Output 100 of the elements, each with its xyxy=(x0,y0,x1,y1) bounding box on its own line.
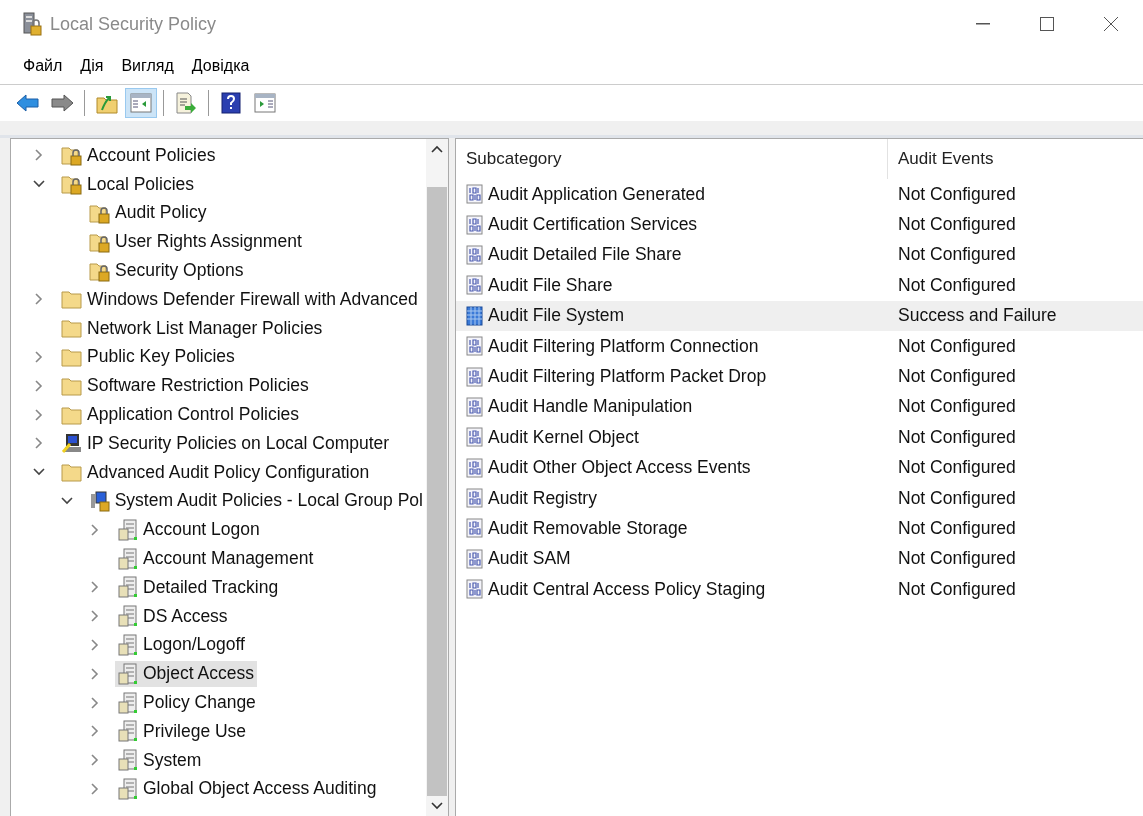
server-lock-icon xyxy=(22,12,42,36)
list-row[interactable]: Audit Filtering Platform Packet Drop Not Configured xyxy=(456,361,1143,392)
list-row[interactable]: Audit Certification Services Not Configured xyxy=(456,209,1143,240)
expand-chevron-icon[interactable] xyxy=(89,523,101,536)
audit-events-text: Not Configured xyxy=(897,578,1016,600)
list-row[interactable]: Audit Application Generated Not Configured xyxy=(456,179,1143,210)
tree-item[interactable]: Network List Manager Policies xyxy=(59,315,326,342)
list-row[interactable]: Audit Registry Not Configured xyxy=(456,482,1143,514)
binary-document-icon xyxy=(466,548,484,569)
tree-item[interactable]: System Audit Policies - Local Group Pol xyxy=(86,487,426,514)
tree-item[interactable]: Security Options xyxy=(87,257,247,284)
tree-item[interactable]: Object Access xyxy=(115,660,257,687)
expand-chevron-icon[interactable] xyxy=(89,581,101,594)
policy-document-icon xyxy=(117,605,139,628)
expand-chevron-icon[interactable] xyxy=(89,696,101,709)
subcategory-text: Audit Other Object Access Events xyxy=(488,457,751,479)
list-row[interactable]: Audit Removable Storage Not Configured xyxy=(456,513,1143,544)
show-tree-button[interactable] xyxy=(125,88,157,118)
column-header[interactable]: Subcategory xyxy=(456,139,888,179)
tree-item[interactable]: Global Object Access Auditing xyxy=(115,775,380,802)
subcategory-text: Audit Removable Storage xyxy=(488,518,688,539)
expand-chevron-icon[interactable] xyxy=(33,293,45,306)
list-row[interactable]: Audit Handle Manipulation Not Configured xyxy=(456,391,1143,423)
tree-item[interactable]: Policy Change xyxy=(115,689,259,716)
expand-chevron-icon[interactable] xyxy=(33,437,45,450)
expand-chevron-icon[interactable] xyxy=(33,149,45,162)
maximize-icon xyxy=(1039,16,1055,32)
tree-item[interactable]: Software Restriction Policies xyxy=(59,372,312,399)
list-row[interactable]: Audit File System Success and Failure xyxy=(456,300,1143,331)
close-icon xyxy=(1103,16,1119,32)
expand-chevron-icon[interactable] xyxy=(33,350,45,363)
expand-chevron-icon[interactable] xyxy=(89,610,101,623)
expand-chevron-icon[interactable] xyxy=(89,725,101,738)
policy-document-icon xyxy=(117,547,139,570)
scroll-down-icon[interactable] xyxy=(431,802,443,810)
menu-item[interactable]: Довідка xyxy=(182,57,259,75)
subcategory-text: Audit Central Access Policy Staging xyxy=(488,578,766,600)
binary-document-icon xyxy=(466,488,484,509)
binary-document-icon xyxy=(466,244,484,265)
tree-item[interactable]: Privilege Use xyxy=(115,718,250,745)
tree-item[interactable]: Public Key Policies xyxy=(59,343,238,370)
menu-item[interactable]: Вигляд xyxy=(112,57,183,75)
subcategory-text: Audit SAM xyxy=(488,548,571,570)
expand-chevron-icon[interactable] xyxy=(33,408,45,421)
audit-events-text: Not Configured xyxy=(897,366,1016,388)
list-row[interactable]: Audit SAM Not Configured xyxy=(456,543,1143,575)
expand-chevron-icon[interactable] xyxy=(89,638,101,651)
computer-key-icon xyxy=(61,432,83,455)
list-row[interactable]: Audit Kernel Object Not Configured xyxy=(456,422,1143,453)
policy-document-icon xyxy=(117,691,139,714)
list-row[interactable]: Audit Filtering Platform Connection Not Configured xyxy=(456,330,1143,362)
tree-item[interactable]: Account Logon xyxy=(115,516,263,543)
tree-item[interactable]: Advanced Audit Policy Configuration xyxy=(59,459,373,486)
tree-item[interactable]: Audit Policy xyxy=(87,200,210,226)
audit-events-text: Not Configured xyxy=(897,457,1016,479)
binary-document-icon xyxy=(466,184,484,205)
expand-chevron-icon[interactable] xyxy=(89,667,101,680)
audit-events-text: Not Configured xyxy=(897,274,1016,296)
menu-item[interactable]: Файл xyxy=(14,57,72,75)
policy-document-icon xyxy=(117,720,139,743)
tree-item[interactable]: DS Access xyxy=(115,603,231,630)
window-title: Local Security Policy xyxy=(50,13,217,35)
tree-item[interactable]: Local Policies xyxy=(59,171,197,198)
tree-item[interactable]: User Rights Assignment xyxy=(87,228,305,255)
policy-document-icon xyxy=(117,576,139,599)
list-row[interactable]: Audit Other Object Access Events Not Configured xyxy=(456,452,1143,483)
list-row[interactable]: Audit Central Access Policy Staging Not Configured xyxy=(456,574,1143,605)
tree-item[interactable]: Logon/Logoff xyxy=(115,631,248,658)
tree-item[interactable]: Application Control Policies xyxy=(59,401,303,428)
tree-item[interactable]: System xyxy=(115,747,205,774)
tree-item[interactable]: Account Management xyxy=(115,545,317,572)
subcategory-text: Audit Filtering Platform Connection xyxy=(488,335,759,357)
tree-item[interactable]: Windows Defender Firewall with Advanced xyxy=(59,286,421,313)
scrollbar[interactable] xyxy=(426,139,448,816)
scroll-up-icon[interactable] xyxy=(431,145,443,153)
binary-document-icon xyxy=(466,518,484,539)
expand-chevron-icon[interactable] xyxy=(33,379,45,392)
subcategory-text: Audit Detailed File Share xyxy=(488,244,682,266)
list-row[interactable]: Audit Detailed File Share Not Configured xyxy=(456,239,1143,271)
binary-document-icon xyxy=(466,275,484,296)
list-row[interactable]: Audit File Share Not Configured xyxy=(456,270,1143,301)
policy-document-icon xyxy=(117,777,139,800)
subcategory-text: Audit Registry xyxy=(488,487,597,509)
audit-events-text: Not Configured xyxy=(897,244,1016,266)
tree-item[interactable]: Account Policies xyxy=(59,142,219,169)
tree-item[interactable]: IP Security Policies on Local Computer xyxy=(59,430,393,457)
tree-item[interactable]: Detailed Tracking xyxy=(115,574,282,601)
subcategory-text: Audit File Share xyxy=(488,274,613,296)
policy-document-icon xyxy=(117,749,139,772)
binary-document-icon xyxy=(466,366,484,387)
expand-chevron-icon[interactable] xyxy=(89,782,101,795)
audit-events-text: Not Configured xyxy=(897,548,1016,570)
expand-chevron-icon[interactable] xyxy=(89,754,101,767)
checkered-document-icon xyxy=(466,305,484,326)
collapse-chevron-icon[interactable] xyxy=(61,494,73,507)
menu-item[interactable]: Дія xyxy=(71,57,113,75)
computer-lock-icon xyxy=(88,489,111,512)
audit-events-text: Not Configured xyxy=(897,214,1016,236)
subcategory-text: Audit Certification Services xyxy=(488,214,698,236)
column-header[interactable]: Audit Events xyxy=(888,139,994,179)
